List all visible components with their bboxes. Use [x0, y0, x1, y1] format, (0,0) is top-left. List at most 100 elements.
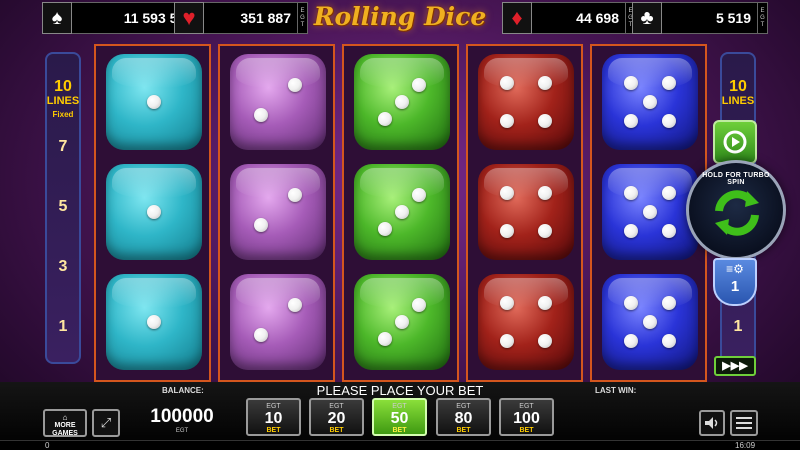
- dice-pip: [538, 114, 553, 129]
- dice-pip: [288, 187, 303, 202]
- dice-pip: [377, 112, 392, 127]
- jackpot-amount: 351 887: [204, 2, 298, 34]
- dice-pip: [623, 224, 638, 239]
- dice-pip: [643, 205, 657, 219]
- dice-pip: [499, 185, 514, 200]
- dice-pip: [662, 185, 677, 200]
- home-icon: ⌂: [62, 413, 68, 422]
- dice-symbol: [602, 274, 698, 370]
- diamond-icon: ♦: [502, 2, 532, 34]
- dice-symbol: [478, 274, 574, 370]
- fullscreen-button[interactable]: ⤢: [92, 409, 120, 437]
- dice-pip: [538, 75, 553, 90]
- dice-symbol: [106, 274, 202, 370]
- bet-button-50[interactable]: EGT 50 BET: [372, 398, 427, 436]
- fast-play-button[interactable]: ▶▶▶: [714, 356, 756, 376]
- dice-symbol: [230, 274, 326, 370]
- bet-label: BET: [456, 427, 471, 434]
- dice-pip: [662, 224, 677, 239]
- autoplay-button[interactable]: [713, 120, 757, 164]
- reel-2: [218, 44, 335, 382]
- jackpot-heart: ♥ 351 887 EGT: [174, 2, 308, 34]
- more-games-button[interactable]: ⌂ MORE GAMES: [43, 409, 87, 437]
- status-bar: 0 16:09: [0, 440, 800, 450]
- dice-pip: [662, 75, 677, 90]
- line-number[interactable]: 5: [45, 198, 81, 216]
- bet-value: 100: [513, 410, 540, 427]
- bet-label: BET: [266, 427, 281, 434]
- fullscreen-icon: ⤢: [100, 415, 112, 430]
- dice-pip: [147, 95, 161, 109]
- dice-pip: [623, 295, 638, 310]
- jackpot-amount: 44 698: [532, 2, 626, 34]
- heart-icon: ♥: [174, 2, 204, 34]
- balance-label: BALANCE:: [162, 386, 204, 395]
- settings-icon: ≡⚙: [726, 262, 744, 276]
- bet-settings-value: 1: [730, 278, 740, 295]
- status-message: PLEASE PLACE YOUR BET: [316, 383, 484, 398]
- line-number[interactable]: 7: [45, 138, 81, 156]
- reel-4: [466, 44, 583, 382]
- bet-button-100[interactable]: EGT 100 BET: [499, 398, 554, 436]
- dice-pip: [412, 77, 427, 92]
- speaker-icon: [705, 417, 718, 429]
- dice-pip: [147, 315, 161, 329]
- bet-value: 50: [390, 410, 409, 427]
- dice-pip: [499, 114, 514, 129]
- reel-3: [342, 44, 459, 382]
- dice-pip: [623, 75, 638, 90]
- dice-pip: [288, 297, 303, 312]
- bet-button-20[interactable]: EGT 20 BET: [309, 398, 364, 436]
- jackpot-amount: 5 519: [662, 2, 758, 34]
- clock: 16:09: [735, 441, 756, 450]
- dice-pip: [662, 295, 677, 310]
- menu-button[interactable]: [730, 410, 758, 436]
- lines-indicator-right: 10 LINES: [721, 78, 755, 108]
- dice-symbol: [230, 54, 326, 150]
- dice-pip: [253, 328, 268, 343]
- line-number[interactable]: 1: [45, 318, 81, 336]
- dice-pip: [662, 114, 677, 129]
- jackpot-bar: ♠ 11 593 581 EGT ♥ 351 887 EGT Rolling D…: [0, 0, 800, 36]
- balance-currency: EGT: [175, 428, 189, 434]
- dice-pip: [377, 332, 392, 347]
- dice-pip: [412, 297, 427, 312]
- dice-pip: [377, 222, 392, 237]
- turbo-spin-label: HOLD FOR TURBO SPIN: [702, 172, 770, 186]
- last-win-label: LAST WIN:: [595, 386, 637, 395]
- dice-pip: [288, 77, 303, 92]
- spade-icon: ♠: [42, 2, 72, 34]
- reel-1: [94, 44, 211, 382]
- dice-pip: [499, 224, 514, 239]
- dice-pip: [623, 185, 638, 200]
- bet-value: 80: [454, 410, 473, 427]
- dice-pip: [395, 95, 409, 109]
- dice-symbol: [602, 164, 698, 260]
- refresh-arrows-icon: [715, 190, 759, 236]
- bet-button-10[interactable]: EGT 10 BET: [246, 398, 301, 436]
- dice-symbol: [354, 54, 450, 150]
- dice-symbol: [230, 164, 326, 260]
- bet-button-80[interactable]: EGT 80 BET: [436, 398, 491, 436]
- line-number[interactable]: 1: [720, 318, 756, 336]
- dice-pip: [643, 315, 657, 329]
- dice-pip: [538, 224, 553, 239]
- dice-symbol: [354, 164, 450, 260]
- game-title: Rolling Dice: [313, 2, 487, 31]
- balance-value: 100000: [150, 406, 214, 427]
- line-number[interactable]: 3: [45, 258, 81, 276]
- dice-pip: [499, 334, 514, 349]
- dice-pip: [253, 218, 268, 233]
- dice-symbol: [354, 274, 450, 370]
- jackpot-club: ♣ 5 519 EGT: [632, 2, 768, 34]
- dice-pip: [395, 315, 409, 329]
- dice-symbol: [478, 164, 574, 260]
- bet-settings-button[interactable]: ≡⚙ 1: [713, 258, 757, 306]
- dice-pip: [499, 75, 514, 90]
- sound-button[interactable]: [699, 410, 725, 436]
- bet-value: 20: [327, 410, 346, 427]
- dice-pip: [623, 334, 638, 349]
- dice-pip: [538, 295, 553, 310]
- dice-pip: [538, 185, 553, 200]
- dice-pip: [253, 108, 268, 123]
